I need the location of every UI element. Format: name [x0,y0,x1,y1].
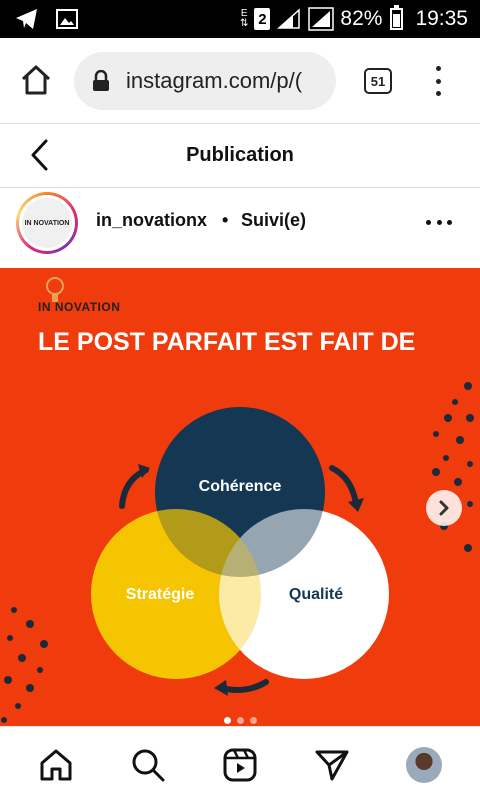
network-type-icon: E ⇅ [240,8,249,29]
send-icon [315,750,349,781]
browser-toolbar: instagram.com/p/( 51 [0,38,480,124]
gallery-icon [54,6,80,32]
battery-icon [390,5,404,30]
nav-search[interactable] [130,747,166,783]
search-icon [132,749,165,782]
status-bar: E ⇅ 2 82% 19:35 [0,0,480,38]
brand-logo: IN NOVATION [38,300,121,314]
circle-label-right: Qualité [288,586,344,603]
chevron-right-icon [439,500,449,516]
battery-percent: 82% [340,7,383,30]
page-header: Publication [0,124,480,188]
post-header: IN NOVATION in_novationx • Suivi(e) [0,188,480,268]
decor-dots-right [432,382,474,552]
carousel-dots [0,717,480,724]
separator: • [222,210,229,230]
url-bar[interactable]: instagram.com/p/( [74,52,336,110]
browser-menu-button[interactable] [428,66,448,96]
home-icon [21,65,51,95]
carousel-dot [236,717,244,724]
nav-messages[interactable] [314,747,350,783]
carousel-dot [249,717,257,724]
bulb-logo-icon [46,277,64,302]
reels-icon [223,748,257,782]
lock-icon [92,69,110,92]
bottom-nav [0,726,480,800]
clock: 19:35 [415,7,468,30]
carousel-next-button[interactable] [426,490,462,526]
post-image[interactable]: IN NOVATION LE POST PARFAIT EST FAIT DE … [0,268,480,726]
circle-label-left: Stratégie [125,586,195,603]
nav-home[interactable] [38,747,74,783]
circle-label-top: Cohérence [198,478,282,495]
username[interactable]: in_novationx [96,210,207,231]
avatar: IN NOVATION [22,198,72,248]
carousel-dot [223,717,231,724]
home-icon [40,749,72,781]
decor-dots-left [1,607,48,723]
url-text: instagram.com/p/( [126,68,303,93]
nav-reels[interactable] [222,747,258,783]
more-options-button[interactable] [426,212,452,232]
story-avatar[interactable]: IN NOVATION [16,192,78,254]
page-title: Publication [186,144,294,166]
signal-icon [276,6,302,32]
follow-status[interactable]: Suivi(e) [241,210,306,231]
browser-home-button[interactable] [18,62,54,98]
sim-icon: 2 [254,8,271,30]
signal-2-icon [308,6,335,32]
profile-avatar [406,747,442,783]
tab-switcher-button[interactable]: 51 [364,68,392,94]
nav-profile[interactable] [406,747,442,783]
telegram-icon [14,6,40,32]
post-headline: LE POST PARFAIT EST FAIT DE [38,328,416,356]
